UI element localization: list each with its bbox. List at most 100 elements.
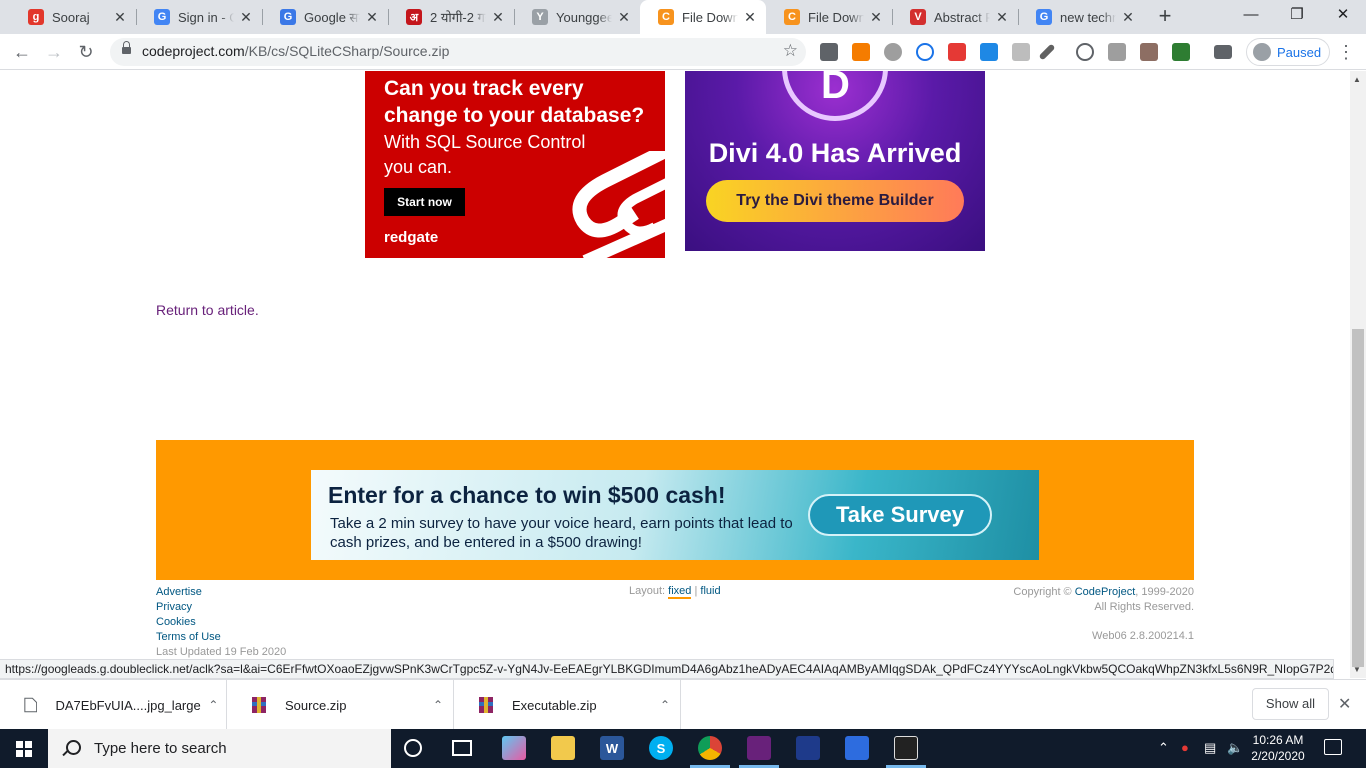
- extension-icon[interactable]: [1076, 43, 1094, 61]
- file-explorer-icon[interactable]: [551, 736, 575, 760]
- extension-icon[interactable]: [1140, 43, 1158, 61]
- close-tab-icon[interactable]: ✕: [742, 9, 758, 25]
- eyedropper-icon[interactable]: [1038, 43, 1056, 61]
- redgate-ad[interactable]: Can you track every change to your datab…: [365, 71, 665, 258]
- lock-icon[interactable]: [122, 41, 131, 56]
- visual-studio-icon[interactable]: [747, 736, 771, 760]
- show-all-downloads-button[interactable]: Show all: [1252, 688, 1329, 720]
- extension-icon[interactable]: [916, 43, 934, 61]
- last-updated-text: Last Updated 19 Feb 2020: [156, 646, 287, 658]
- windows-start-icon[interactable]: [16, 741, 32, 757]
- browser-tab[interactable]: C File Downlo✕: [766, 0, 892, 34]
- reload-button[interactable]: ↻: [73, 39, 99, 65]
- survey-ad[interactable]: Enter for a chance to win $500 cash! Tak…: [311, 470, 1039, 560]
- search-icon: [62, 739, 81, 758]
- chevron-up-icon[interactable]: ⌃: [201, 698, 226, 712]
- forward-button[interactable]: →: [41, 39, 67, 65]
- url-text[interactable]: codeproject.com/KB/cs/SQLiteCSharp/Sourc…: [142, 43, 449, 59]
- browser-tab[interactable]: अ 2 योगी-2 गय ✕: [388, 0, 514, 34]
- layout-fluid-link[interactable]: fluid: [700, 585, 720, 597]
- close-tab-icon[interactable]: ✕: [238, 9, 254, 25]
- extension-icon[interactable]: [884, 43, 902, 61]
- download-item[interactable]: DA7EbFvUIA....jpg_large ⌃: [0, 680, 227, 730]
- chevron-up-icon[interactable]: ⌃: [1158, 740, 1169, 756]
- address-bar[interactable]: codeproject.com/KB/cs/SQLiteCSharp/Sourc…: [110, 38, 806, 66]
- cortana-icon[interactable]: [404, 739, 422, 757]
- ad-start-now-button[interactable]: Start now: [384, 188, 465, 216]
- profile-button[interactable]: Paused: [1246, 38, 1330, 66]
- browser-tab[interactable]: G Sign in - Go✕: [136, 0, 262, 34]
- taskbar-search-box[interactable]: Type here to search: [48, 729, 391, 768]
- close-tab-icon[interactable]: ✕: [868, 9, 884, 25]
- restore-button[interactable]: ❐: [1274, 0, 1320, 30]
- notifications-icon[interactable]: [1324, 739, 1342, 755]
- app-icon[interactable]: [845, 736, 869, 760]
- scroll-up-arrow-icon[interactable]: ▲: [1353, 75, 1361, 84]
- browser-tab[interactable]: V Abstract Fa✕: [892, 0, 1018, 34]
- word-icon[interactable]: W: [600, 736, 624, 760]
- footer-link-privacy[interactable]: Privacy: [156, 600, 286, 615]
- chevron-up-icon[interactable]: ⌃: [423, 698, 453, 712]
- tab-favicon-icon: Y: [532, 9, 548, 25]
- taskbar-clock[interactable]: 10:26 AM 2/20/2020: [1246, 732, 1310, 764]
- close-tab-icon[interactable]: ✕: [994, 9, 1010, 25]
- return-to-article-link[interactable]: Return to article.: [156, 302, 259, 318]
- volume-icon[interactable]: 🔈: [1227, 740, 1243, 756]
- new-tab-button[interactable]: +: [1152, 4, 1178, 30]
- chrome-icon[interactable]: [698, 736, 722, 760]
- browser-tab[interactable]: Y Younggeeks✕: [514, 0, 640, 34]
- extension-icon[interactable]: [1172, 43, 1190, 61]
- page-scrollbar[interactable]: ▲ ▼: [1350, 71, 1366, 678]
- tab-title: new techno: [1060, 9, 1116, 25]
- codeproject-link[interactable]: CodeProject: [1075, 586, 1136, 598]
- download-item[interactable]: Source.zip ⌃: [227, 680, 454, 730]
- app-icon[interactable]: [796, 736, 820, 760]
- menu-kebab-icon[interactable]: ⋮: [1336, 39, 1356, 65]
- extension-icon[interactable]: [1012, 43, 1030, 61]
- divi-builder-button[interactable]: Try the Divi theme Builder: [706, 180, 964, 222]
- close-tab-icon[interactable]: ✕: [616, 9, 632, 25]
- tab-favicon-icon: G: [1036, 9, 1052, 25]
- skype-icon[interactable]: S: [649, 736, 673, 760]
- browser-tab[interactable]: Gnew techno✕: [1018, 0, 1144, 34]
- close-tab-icon[interactable]: ✕: [112, 9, 128, 25]
- tab-title: Younggeeks: [556, 9, 612, 25]
- close-shelf-icon[interactable]: ✕: [1338, 694, 1351, 714]
- minimize-button[interactable]: —: [1228, 0, 1274, 30]
- close-window-button[interactable]: ✕: [1320, 0, 1366, 30]
- extension-icon[interactable]: [820, 43, 838, 61]
- extension-icon[interactable]: [852, 43, 870, 61]
- scrollbar-thumb[interactable]: [1352, 329, 1364, 667]
- zip-archive-icon: [252, 697, 266, 713]
- stack-app-icon[interactable]: [502, 736, 526, 760]
- network-icon[interactable]: ▤: [1204, 740, 1216, 756]
- photos-icon[interactable]: [894, 736, 918, 760]
- bookmark-star-icon[interactable]: ☆: [783, 41, 798, 61]
- close-tab-icon[interactable]: ✕: [490, 9, 506, 25]
- back-button[interactable]: ←: [9, 39, 35, 65]
- network-alert-icon[interactable]: ●: [1181, 740, 1189, 755]
- browser-tab[interactable]: g Sooraj ✕: [10, 0, 136, 34]
- chevron-up-icon[interactable]: ⌃: [650, 698, 680, 712]
- task-view-icon[interactable]: [452, 740, 472, 756]
- scroll-down-arrow-icon[interactable]: ▼: [1353, 665, 1361, 674]
- divi-ad[interactable]: D Divi 4.0 Has Arrived Try the Divi them…: [685, 71, 985, 251]
- extension-icon[interactable]: [980, 43, 998, 61]
- download-item[interactable]: Executable.zip ⌃: [454, 680, 681, 730]
- tab-title: Google समा: [304, 10, 360, 25]
- footer-link-terms[interactable]: Terms of Use: [156, 630, 286, 645]
- tab-favicon-icon: C: [658, 9, 674, 25]
- extension-icon[interactable]: [948, 43, 966, 61]
- footer-link-advertise[interactable]: Advertise: [156, 585, 286, 600]
- camera-icon[interactable]: [1108, 43, 1126, 61]
- footer-link-cookies[interactable]: Cookies: [156, 615, 286, 630]
- copyright-years: , 1999-2020: [1135, 586, 1194, 598]
- tab-title: Sooraj: [52, 9, 90, 25]
- close-tab-icon[interactable]: ✕: [364, 9, 380, 25]
- take-survey-button[interactable]: Take Survey: [808, 494, 992, 536]
- layout-fixed-link[interactable]: fixed: [668, 585, 692, 599]
- close-tab-icon[interactable]: ✕: [1120, 9, 1136, 25]
- browser-tab[interactable]: G Google समा ✕: [262, 0, 388, 34]
- media-controls-icon[interactable]: [1214, 45, 1232, 59]
- browser-tab[interactable]: C File Downlo✕: [640, 0, 766, 34]
